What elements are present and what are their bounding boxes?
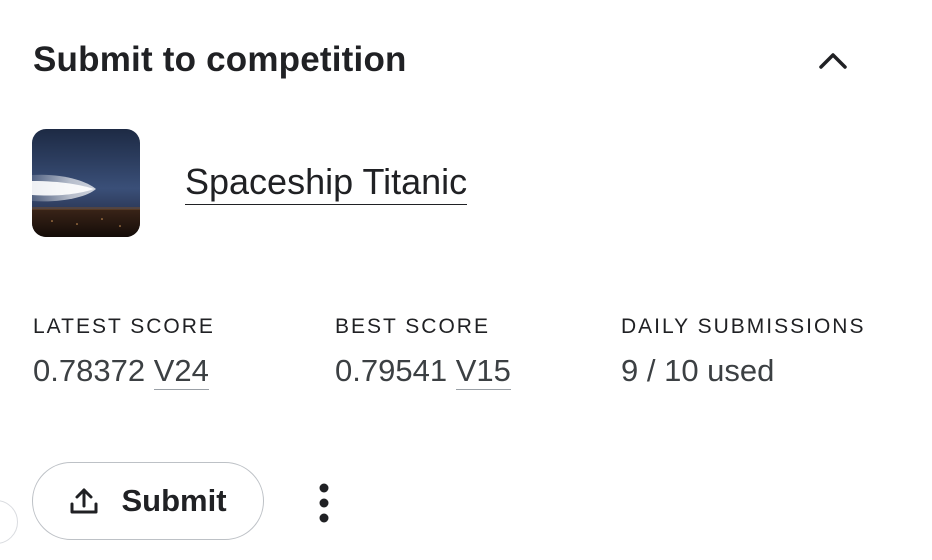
best-score-label: BEST SCORE (335, 315, 490, 338)
competition-thumbnail[interactable] (32, 129, 140, 237)
daily-submissions-label: DAILY SUBMISSIONS (621, 315, 866, 338)
scroll-nav-button[interactable] (0, 500, 18, 544)
spaceship-thumbnail (32, 129, 140, 237)
daily-submissions: DAILY SUBMISSIONS 9 / 10 used (621, 316, 865, 389)
more-options-button[interactable] (302, 478, 346, 528)
best-version-link[interactable]: V15 (455, 353, 511, 390)
panel-title: Submit to competition (33, 40, 407, 79)
latest-score: LATEST SCORE 0.78372 V24 (33, 315, 215, 390)
more-vertical-icon (319, 483, 329, 523)
competition-link[interactable]: Spaceship Titanic (185, 162, 468, 205)
submit-panel: Submit to competition Spaceship Titanic … (0, 0, 932, 560)
latest-score-value: 0.78372 (33, 353, 146, 388)
latest-score-value-row: 0.78372 V24 (33, 353, 215, 390)
submit-label: Submit (121, 483, 227, 518)
best-score-value: 0.79541 (335, 353, 448, 388)
collapse-button[interactable] (806, 40, 860, 82)
chevron-up-icon (819, 53, 847, 69)
upload-icon (70, 488, 98, 514)
daily-submissions-value: 9 / 10 used (621, 353, 775, 388)
best-score-value-row: 0.79541 V15 (335, 353, 511, 390)
latest-score-label: LATEST SCORE (33, 315, 215, 338)
best-score: BEST SCORE 0.79541 V15 (335, 315, 511, 390)
submit-button[interactable]: Submit (32, 462, 264, 540)
latest-version-link[interactable]: V24 (153, 353, 209, 390)
